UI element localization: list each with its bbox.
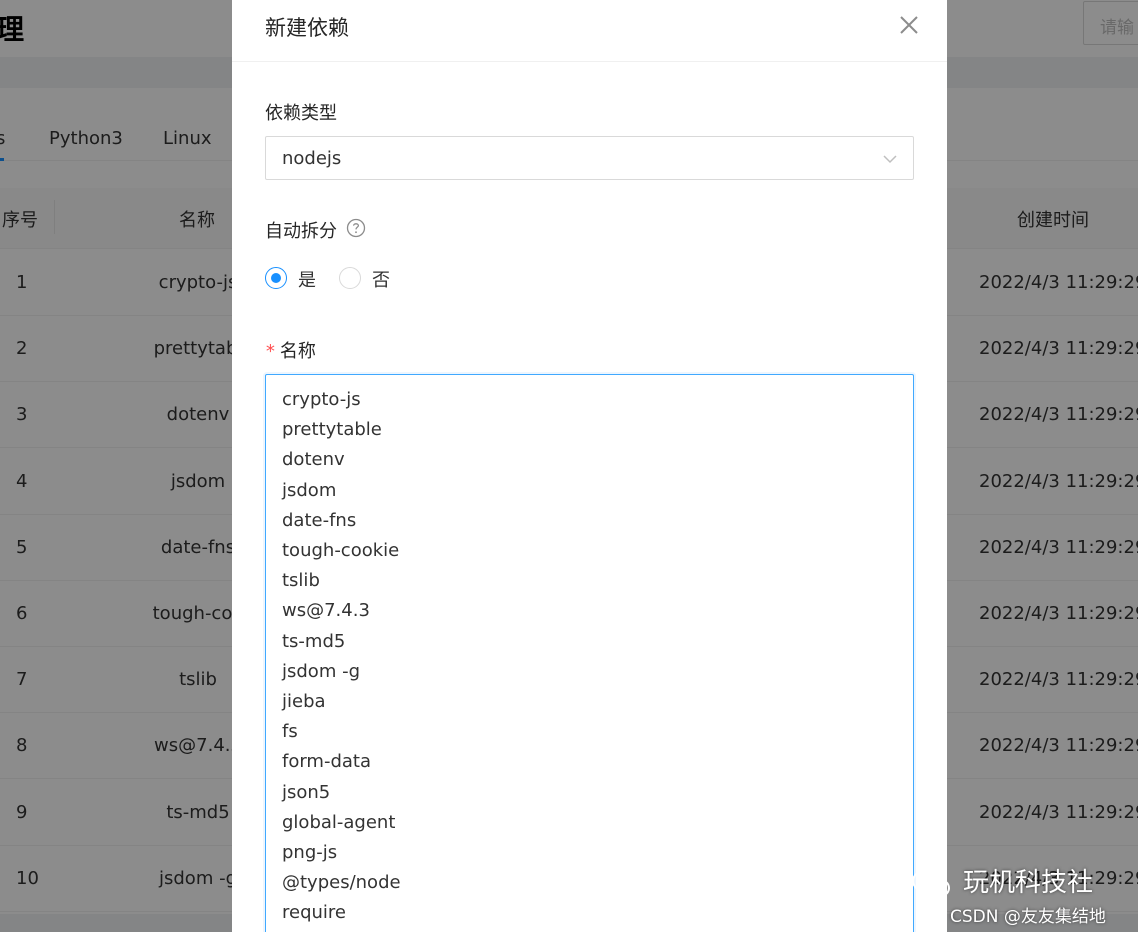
textarea-line: require xyxy=(282,902,346,924)
textarea-line: jieba xyxy=(282,691,326,713)
question-circle-icon[interactable] xyxy=(346,218,366,238)
new-dependency-modal: 新建依赖 依赖类型 nodejs 自动拆分 是 否 * 名称 crypto-js p… xyxy=(232,0,947,932)
textarea-line: form-data xyxy=(282,751,372,773)
textarea-line: fs xyxy=(282,721,298,743)
textarea-line: ws@7.4.3 xyxy=(282,600,370,622)
radio-yes-label: 是 xyxy=(298,270,316,291)
radio-no-label: 否 xyxy=(372,270,390,291)
required-mark: * xyxy=(265,341,276,362)
dependency-type-value: nodejs xyxy=(282,148,342,169)
chevron-down-icon xyxy=(882,151,898,167)
watermark-subtitle: CSDN @友友集结地 xyxy=(950,907,1106,927)
auto-split-label: 自动拆分 xyxy=(265,221,337,242)
name-label-text: 名称 xyxy=(279,341,316,362)
textarea-line: date-fns xyxy=(282,509,357,531)
radio-yes-dot xyxy=(265,267,287,289)
textarea-line: jsdom -g xyxy=(282,660,360,682)
wechat-icon xyxy=(909,866,955,902)
textarea-line: tough-cookie xyxy=(282,540,400,562)
textarea-line: png-js xyxy=(282,842,338,864)
textarea-line: jsdom xyxy=(282,479,337,501)
watermark: 玩机科技社 CSDN @友友集结地 xyxy=(905,860,1138,932)
radio-no-dot xyxy=(339,267,361,289)
textarea-line: json5 xyxy=(282,781,331,803)
textarea-line: tslib xyxy=(282,570,320,592)
textarea-line: @types/node xyxy=(282,872,401,894)
radio-no[interactable]: 否 xyxy=(339,265,399,291)
close-icon[interactable] xyxy=(897,13,921,37)
radio-yes[interactable]: 是 xyxy=(265,265,325,291)
textarea-line: crypto-js xyxy=(282,389,361,410)
name-label: * 名称 xyxy=(265,337,316,363)
modal-title: 新建依赖 xyxy=(265,16,349,40)
dependency-type-select[interactable]: nodejs xyxy=(265,136,914,180)
watermark-title: 玩机科技社 xyxy=(963,868,1094,898)
textarea-line: dotenv xyxy=(282,449,345,471)
name-textarea[interactable]: crypto-js prettytable dotenv jsdom date-fns t… xyxy=(265,374,914,932)
textarea-line: prettytable xyxy=(282,419,382,441)
dependency-type-label: 依赖类型 xyxy=(265,103,337,124)
textarea-line: global-agent xyxy=(282,811,396,833)
modal-header: 新建依赖 xyxy=(232,0,947,62)
textarea-line: ts-md5 xyxy=(282,630,346,652)
